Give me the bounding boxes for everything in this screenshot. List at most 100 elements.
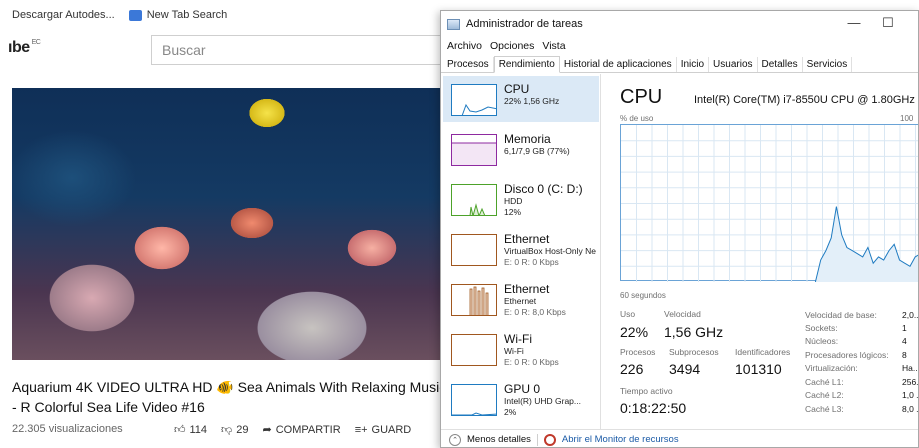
- playlist-add-icon: ≡+: [354, 423, 368, 436]
- resource-list: CPU 22% 1,56 GHz Memoria 6,1/7,9 GB (77%…: [441, 74, 601, 429]
- chevron-up-icon[interactable]: ⌃: [449, 433, 461, 446]
- resource-item-ethernet[interactable]: Ethernet Ethernet E: 0 R: 8,0 Kbps: [443, 276, 599, 322]
- uso-label: Uso: [620, 309, 636, 319]
- detail-label: Sockets:: [805, 323, 838, 333]
- tab-historial[interactable]: Historial de aplicaciones: [560, 57, 677, 72]
- resource-item-memoria[interactable]: Memoria 6,1/7,9 GB (77%): [443, 126, 599, 172]
- bookmark-label: New Tab Search: [146, 9, 228, 21]
- cpu-panel: CPU Intel(R) Core(TM) i7-8550U CPU @ 1.8…: [602, 74, 919, 429]
- footer-bar: ⌃ Menos detalles Abrir el Monitor de rec…: [441, 429, 918, 447]
- cpu-model: Intel(R) Core(TM) i7-8550U CPU @ 1.80GHz: [694, 94, 915, 106]
- detail-value: 2,0...: [902, 310, 919, 320]
- resource-detail: Ethernet: [504, 296, 537, 306]
- video-actions: 👍︎ 114 👎︎ 29 ➦ COMPARTIR ≡+ GUARD: [174, 423, 412, 437]
- resource-monitor-link[interactable]: Abrir el Monitor de recursos: [562, 434, 679, 445]
- title-bar[interactable]: Administrador de tareas — ☐: [441, 11, 918, 37]
- like-count: 114: [189, 423, 208, 436]
- search-input[interactable]: Buscar: [151, 35, 451, 65]
- youtube-logo[interactable]: ıbe EC: [8, 39, 41, 57]
- cpu-usage-chart: [621, 125, 918, 283]
- tiempo-activo-value: 0:18:22:50: [620, 400, 687, 416]
- video-player[interactable]: [12, 88, 452, 360]
- resource-name: Disco 0 (C: D:): [504, 182, 583, 196]
- resource-detail: Wi-Fi: [504, 346, 524, 356]
- resource-detail: 22% 1,56 GHz: [504, 96, 560, 106]
- share-arrow-icon: ➦: [262, 424, 272, 436]
- window-title: Administrador de tareas: [466, 18, 583, 30]
- minimize-button[interactable]: —: [839, 15, 869, 30]
- resource-name: CPU: [504, 82, 530, 96]
- detail-label: Caché L3:: [805, 404, 844, 414]
- resource-detail: VirtualBox Host-Only Ne: [504, 246, 596, 256]
- tab-procesos[interactable]: Procesos: [443, 57, 494, 72]
- procesos-value: 226: [620, 361, 644, 377]
- uso-value: 22%: [620, 324, 649, 340]
- share-label: COMPARTIR: [275, 423, 341, 436]
- share-button[interactable]: ➦ COMPARTIR: [262, 423, 341, 437]
- identificadores-label: Identificadores: [735, 347, 791, 357]
- view-count: 22.305 visualizaciones: [12, 423, 123, 435]
- thumbs-up-icon: 👍︎: [174, 424, 186, 436]
- resource-name: GPU 0: [504, 382, 541, 396]
- detail-label: Caché L2:: [805, 390, 844, 400]
- bookmark-autodesk[interactable]: Descargar Autodes...: [12, 9, 115, 21]
- detail-label: Velocidad de base:: [805, 310, 877, 320]
- logo-country: EC: [31, 39, 41, 46]
- velocidad-value: 1,56 GHz: [664, 324, 724, 340]
- tab-strip: Procesos Rendimiento Historial de aplica…: [441, 55, 918, 73]
- save-label: GUARD: [371, 423, 412, 436]
- dislike-button[interactable]: 👎︎ 29: [221, 423, 249, 437]
- bookmark-label: Descargar Autodes...: [12, 9, 115, 21]
- resource-throughput: E: 0 R: 0 Kbps: [504, 357, 559, 367]
- less-details-link[interactable]: Menos detalles: [467, 434, 531, 445]
- dislike-count: 29: [236, 423, 249, 436]
- menu-vista[interactable]: Vista: [542, 40, 565, 52]
- detail-value: 256...: [902, 377, 919, 387]
- tiempo-activo-label: Tiempo activo: [620, 386, 673, 396]
- detail-value: 4: [902, 336, 907, 346]
- cpu-usage-area: [815, 206, 918, 282]
- resource-name: Ethernet: [504, 232, 550, 246]
- detail-label: Procesadores lógicos:: [805, 350, 889, 360]
- tab-detalles[interactable]: Detalles: [758, 57, 803, 72]
- graph-y-label: % de uso: [620, 114, 654, 123]
- menu-opciones[interactable]: Opciones: [490, 40, 534, 52]
- thumbs-down-icon: 👎︎: [221, 424, 233, 436]
- detail-value: 1,0 ...: [902, 390, 919, 400]
- resource-item-disco[interactable]: Disco 0 (C: D:) HDD 12%: [443, 176, 599, 222]
- resource-detail: HDD: [504, 196, 523, 206]
- video-meta: 22.305 visualizaciones 👍︎ 114 👎︎ 29 ➦ COMPA…: [12, 423, 452, 439]
- ethernet-thumbnail: [451, 234, 497, 266]
- detail-label: Caché L1:: [805, 377, 844, 387]
- resource-item-cpu[interactable]: CPU 22% 1,56 GHz: [443, 76, 599, 122]
- resource-name: Ethernet: [504, 282, 550, 296]
- tab-usuarios[interactable]: Usuarios: [709, 57, 758, 72]
- resource-detail: 6,1/7,9 GB (77%): [504, 146, 570, 156]
- maximize-button[interactable]: ☐: [873, 15, 903, 31]
- resource-item-gpu[interactable]: GPU 0 Intel(R) UHD Grap... 2%: [443, 376, 599, 422]
- memory-thumbnail: [451, 134, 497, 166]
- resource-throughput: E: 0 R: 0 Kbps: [504, 257, 559, 267]
- resource-name: Wi-Fi: [504, 332, 532, 346]
- tab-inicio[interactable]: Inicio: [677, 57, 710, 72]
- task-manager-window: Administrador de tareas — ☐ Archivo Opci…: [440, 10, 919, 448]
- tab-rendimiento[interactable]: Rendimiento: [493, 56, 560, 73]
- resource-usage: 2%: [504, 407, 517, 417]
- graph-time-label: 60 segundos: [620, 291, 666, 300]
- detail-value: 8,0 ...: [902, 404, 919, 414]
- bookmark-favicon-icon: [128, 9, 142, 21]
- save-button[interactable]: ≡+ GUARD: [355, 423, 412, 436]
- like-button[interactable]: 👍︎ 114: [174, 423, 208, 437]
- panel-title: CPU: [620, 86, 663, 108]
- procesos-label: Procesos: [620, 347, 656, 357]
- video-title: Aquarium 4K VIDEO ULTRA HD 🐠 Sea Animals…: [12, 379, 447, 415]
- logo-text: ıbe: [8, 39, 30, 56]
- velocidad-label: Velocidad: [664, 309, 701, 319]
- resource-item-wifi[interactable]: Wi-Fi Wi-Fi E: 0 R: 0 Kbps: [443, 326, 599, 372]
- detail-value: Ha...: [902, 363, 919, 373]
- resource-item-ethernet-virtualbox[interactable]: Ethernet VirtualBox Host-Only Ne E: 0 R:…: [443, 226, 599, 272]
- menu-archivo[interactable]: Archivo: [447, 40, 482, 52]
- tab-servicios[interactable]: Servicios: [803, 57, 853, 72]
- detail-label: Virtualización:: [805, 363, 858, 373]
- bookmark-new-tab-search[interactable]: New Tab Search: [128, 9, 228, 21]
